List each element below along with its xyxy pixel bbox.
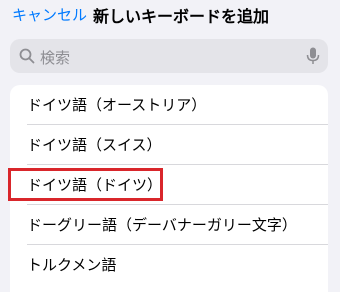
add-keyboard-screen: キャンセル 新しいキーボードを追加 検索 ドイツ語（オーストリア） ドイツ語（ス… <box>0 0 340 292</box>
language-label: ドイツ語（オーストリア） <box>27 96 207 114</box>
language-label: トルクメン語 <box>27 256 117 274</box>
list-item[interactable]: トルクメン語 <box>10 245 328 285</box>
list-item[interactable]: ドイツ語（オーストリア） <box>10 85 328 125</box>
language-label: ドーグリー語（デーバナーガリー文字） <box>27 216 297 234</box>
search-bar[interactable]: 検索 <box>10 39 328 73</box>
list-item[interactable]: ドイツ語（スイス） <box>10 125 328 165</box>
list-item[interactable]: ドーグリー語（デーバナーガリー文字） <box>10 205 328 245</box>
search-input[interactable]: 検索 <box>40 47 70 68</box>
microphone-icon[interactable] <box>306 47 320 65</box>
language-label: ドイツ語（スイス） <box>27 136 162 154</box>
navigation-bar: キャンセル 新しいキーボードを追加 <box>0 0 340 30</box>
cancel-button[interactable]: キャンセル <box>12 4 87 25</box>
page-title: 新しいキーボードを追加 <box>93 7 270 26</box>
highlight-box <box>8 168 163 201</box>
search-icon <box>19 48 35 64</box>
